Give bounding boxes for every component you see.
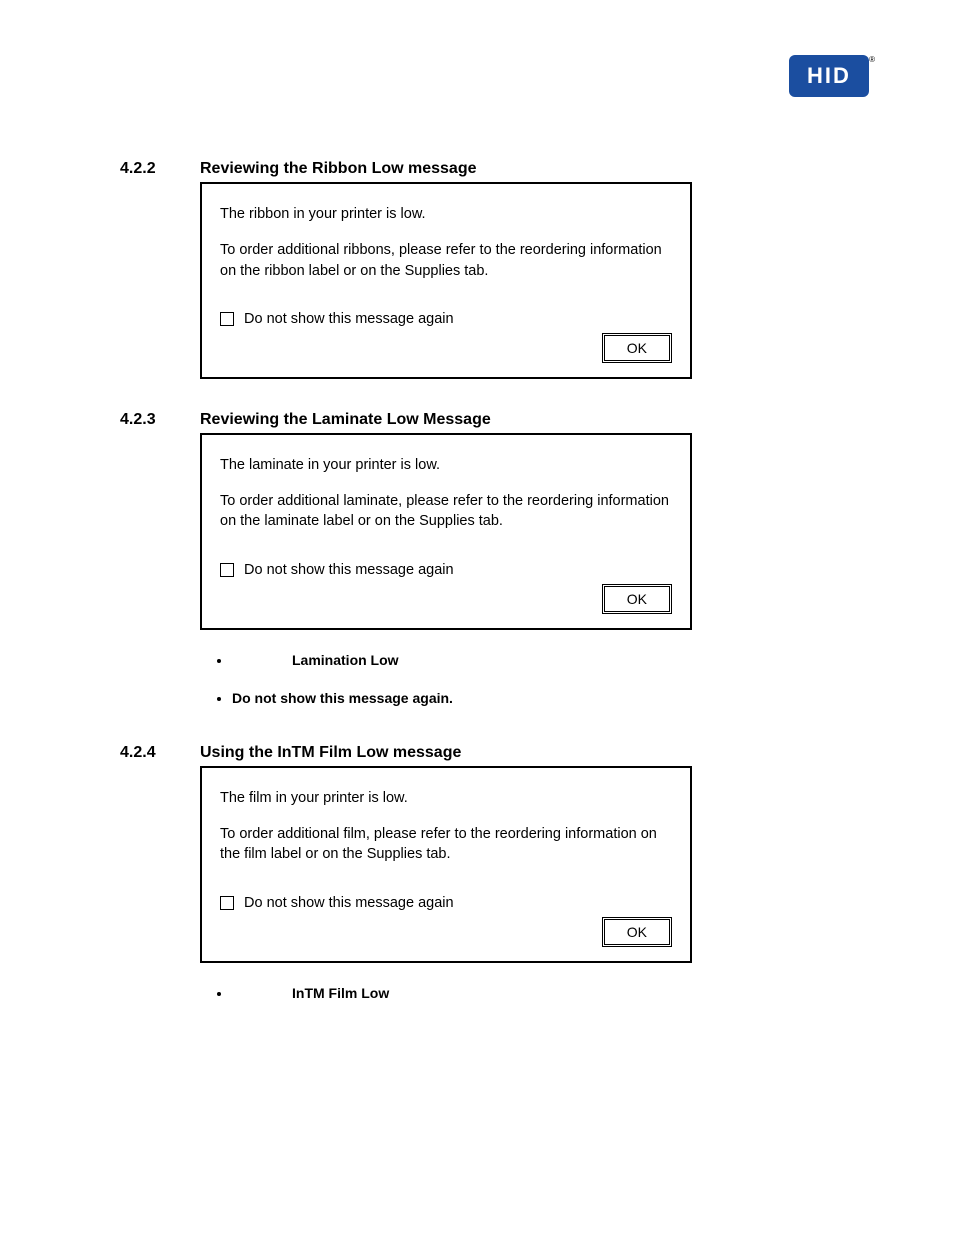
do-not-show-checkbox[interactable]	[220, 896, 234, 910]
laminate-low-dialog: The laminate in your printer is low. To …	[200, 433, 692, 630]
ok-button[interactable]: OK	[602, 333, 672, 363]
trademark-icon: ®	[869, 55, 875, 64]
brand-logo: HID ®	[789, 55, 869, 97]
bullet-label: InTM Film Low	[232, 985, 389, 1001]
section-number: 4.2.2	[120, 160, 200, 401]
section-title: Using the InTM Film Low message	[200, 744, 869, 762]
list-item: Do not show this message again.	[232, 690, 869, 706]
dialog-instructions: To order additional laminate, please ref…	[220, 491, 672, 532]
dialog-message: The ribbon in your printer is low.	[220, 204, 672, 224]
ok-button[interactable]: OK	[602, 917, 672, 947]
list-item: Lamination Low	[232, 652, 869, 668]
dialog-instructions: To order additional film, please refer t…	[220, 824, 672, 865]
brand-logo-text: HID	[807, 63, 851, 89]
section-title: Reviewing the Laminate Low Message	[200, 411, 869, 429]
checkbox-label: Do not show this message again	[244, 895, 454, 911]
bullet-label: Do not show this message again.	[232, 690, 453, 706]
dialog-message: The film in your printer is low.	[220, 788, 672, 808]
dialog-instructions: To order additional ribbons, please refe…	[220, 240, 672, 281]
section-number: 4.2.3	[120, 411, 200, 734]
do-not-show-checkbox[interactable]	[220, 312, 234, 326]
do-not-show-checkbox[interactable]	[220, 563, 234, 577]
film-low-dialog: The film in your printer is low. To orde…	[200, 766, 692, 963]
list-item: InTM Film Low	[232, 985, 869, 1001]
section-number: 4.2.4	[120, 744, 200, 1029]
ok-button[interactable]: OK	[602, 584, 672, 614]
checkbox-label: Do not show this message again	[244, 562, 454, 578]
bullet-label: Lamination Low	[232, 652, 399, 668]
dialog-message: The laminate in your printer is low.	[220, 455, 672, 475]
ribbon-low-dialog: The ribbon in your printer is low. To or…	[200, 182, 692, 379]
section-title: Reviewing the Ribbon Low message	[200, 160, 869, 178]
checkbox-label: Do not show this message again	[244, 311, 454, 327]
